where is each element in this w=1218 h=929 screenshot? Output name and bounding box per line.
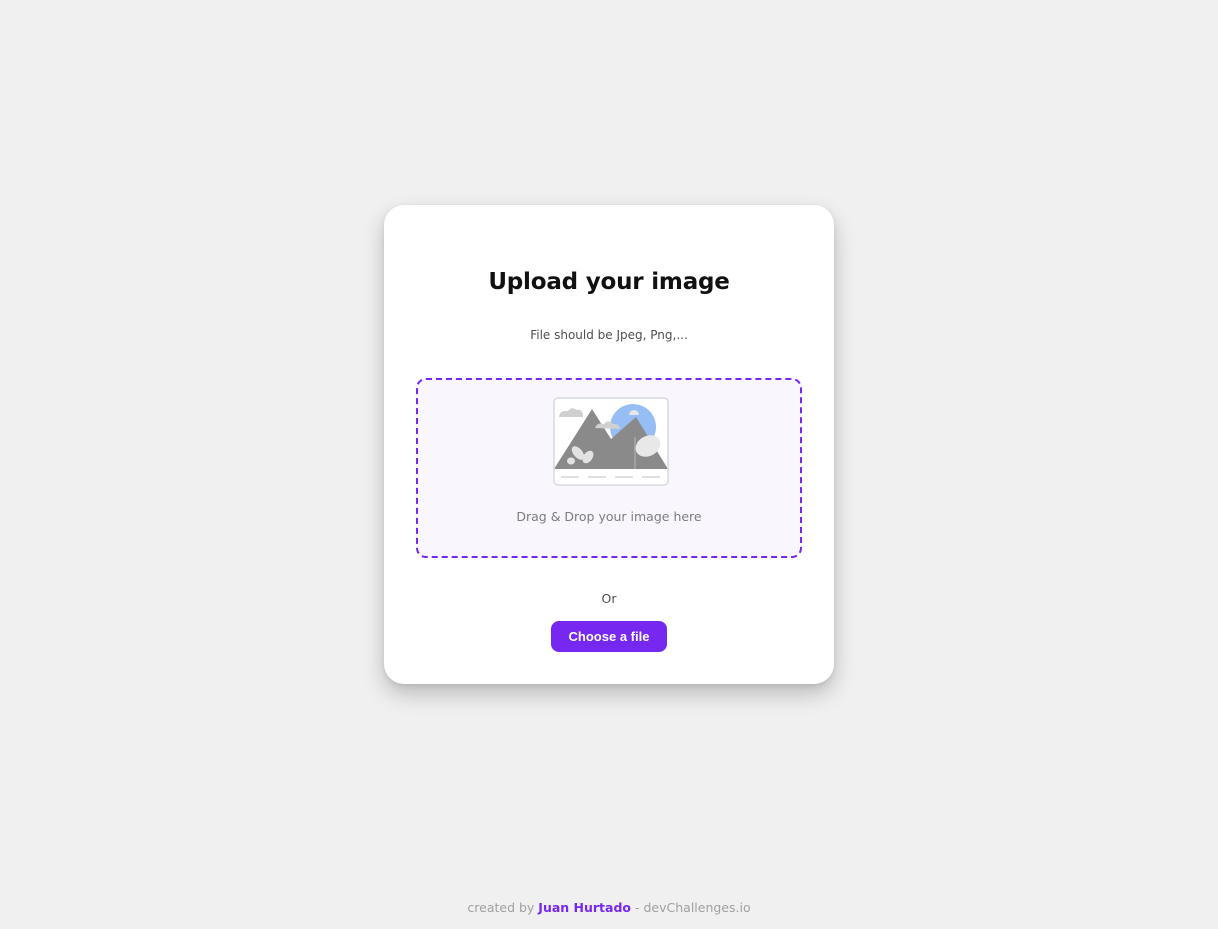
footer-suffix: - devChallenges.io — [635, 900, 751, 915]
drop-zone-text: Drag & Drop your image here — [516, 509, 702, 524]
card-subtitle: File should be Jpeg, Png,... — [530, 328, 688, 342]
footer: created by Juan Hurtado - devChallenges.… — [0, 900, 1218, 915]
upload-card: Upload your image File should be Jpeg, P… — [384, 205, 834, 684]
drop-zone[interactable]: Drag & Drop your image here — [416, 378, 802, 558]
image-placeholder-icon — [553, 397, 669, 486]
footer-prefix: created by — [467, 900, 535, 915]
author-link[interactable]: Juan Hurtado — [538, 900, 631, 915]
choose-file-button[interactable]: Choose a file — [551, 621, 667, 652]
card-title: Upload your image — [488, 269, 730, 295]
page: Upload your image File should be Jpeg, P… — [0, 0, 1218, 929]
or-divider-text: Or — [601, 591, 617, 606]
